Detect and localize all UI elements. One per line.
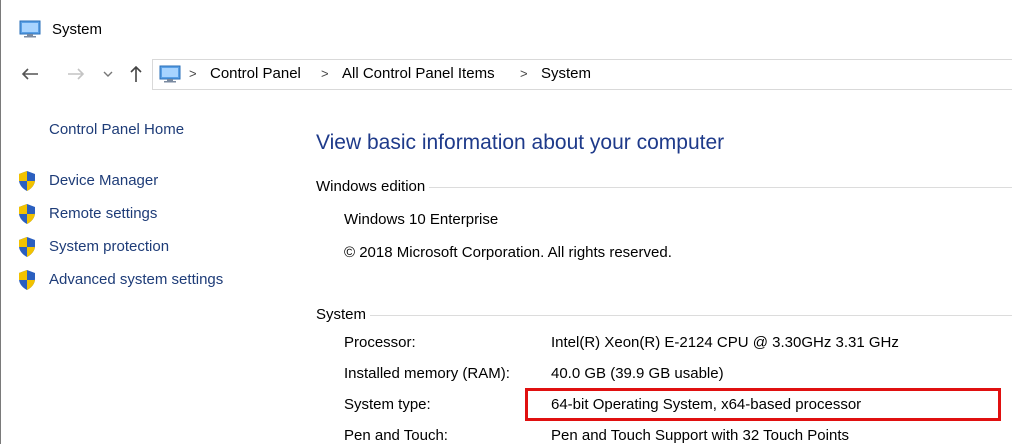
breadcrumb-separator: > (520, 66, 528, 81)
shield-icon (19, 270, 35, 290)
sidebar-item-label: Advanced system settings (49, 271, 224, 288)
system-info-row-memory: Installed memory (RAM): 40.0 GB (39.9 GB… (344, 364, 1012, 386)
forward-button[interactable] (64, 60, 88, 88)
info-label: Processor: (344, 334, 416, 351)
system-info-row-processor: Processor: Intel(R) Xeon(R) E-2124 CPU @… (344, 333, 1012, 355)
shield-icon (19, 204, 35, 224)
breadcrumb-all-items[interactable]: All Control Panel Items (342, 64, 495, 84)
control-panel-home-link[interactable]: Control Panel Home (49, 121, 184, 138)
system-window: System > Control Panel > All Control Pan… (0, 0, 1012, 444)
up-button[interactable] (125, 60, 147, 88)
back-arrow-icon (21, 68, 38, 80)
forward-arrow-icon (68, 68, 85, 80)
windows-edition-section-header: Windows edition (316, 177, 1012, 197)
back-button[interactable] (18, 60, 42, 88)
breadcrumb-control-panel[interactable]: Control Panel (210, 64, 301, 84)
info-label: Installed memory (RAM): (344, 365, 510, 382)
up-arrow-icon (130, 65, 142, 82)
shield-icon (19, 237, 35, 257)
system-section-header: System (316, 305, 1012, 325)
copyright-text: © 2018 Microsoft Corporation. All rights… (344, 244, 672, 261)
info-label: System type: (344, 396, 431, 413)
sidebar-item-remote-settings[interactable]: Remote settings (17, 203, 287, 227)
sidebar-item-system-protection[interactable]: System protection (17, 236, 287, 260)
breadcrumb-separator: > (321, 66, 329, 81)
sidebar-item-advanced-system-settings[interactable]: Advanced system settings (17, 269, 287, 293)
recent-locations-button[interactable] (99, 60, 117, 88)
title-bar: System (0, 0, 1012, 52)
shield-icon (19, 171, 35, 191)
page-title: View basic information about your comput… (316, 131, 725, 154)
computer-icon (159, 65, 181, 83)
edition-name: Windows 10 Enterprise (344, 211, 499, 228)
sidebar-item-label: Device Manager (49, 172, 159, 189)
chevron-down-icon (103, 71, 113, 77)
info-value: 40.0 GB (39.9 GB usable) (551, 365, 724, 382)
sidebar: Control Panel Home Device Manager Remote… (0, 110, 290, 444)
breadcrumb-system[interactable]: System (541, 64, 591, 84)
sidebar-item-label: System protection (49, 238, 170, 255)
highlight-annotation-box (525, 388, 1001, 421)
sidebar-item-label: Remote settings (49, 205, 158, 222)
section-heading: System (316, 305, 371, 325)
sidebar-item-device-manager[interactable]: Device Manager (17, 170, 287, 194)
address-bar[interactable]: > Control Panel > All Control Panel Item… (152, 59, 1012, 90)
info-value: Intel(R) Xeon(R) E-2124 CPU @ 3.30GHz 3.… (551, 334, 899, 351)
window-title: System (52, 21, 103, 38)
computer-icon (19, 20, 41, 38)
info-label: Pen and Touch: (344, 427, 448, 444)
section-heading: Windows edition (316, 177, 430, 197)
breadcrumb-separator: > (189, 66, 197, 81)
section-divider (316, 315, 1012, 316)
navigation-bar: > Control Panel > All Control Panel Item… (0, 58, 1012, 94)
info-value: Pen and Touch Support with 32 Touch Poin… (551, 427, 849, 444)
system-info-row-pen-touch: Pen and Touch: Pen and Touch Support wit… (344, 426, 1012, 444)
